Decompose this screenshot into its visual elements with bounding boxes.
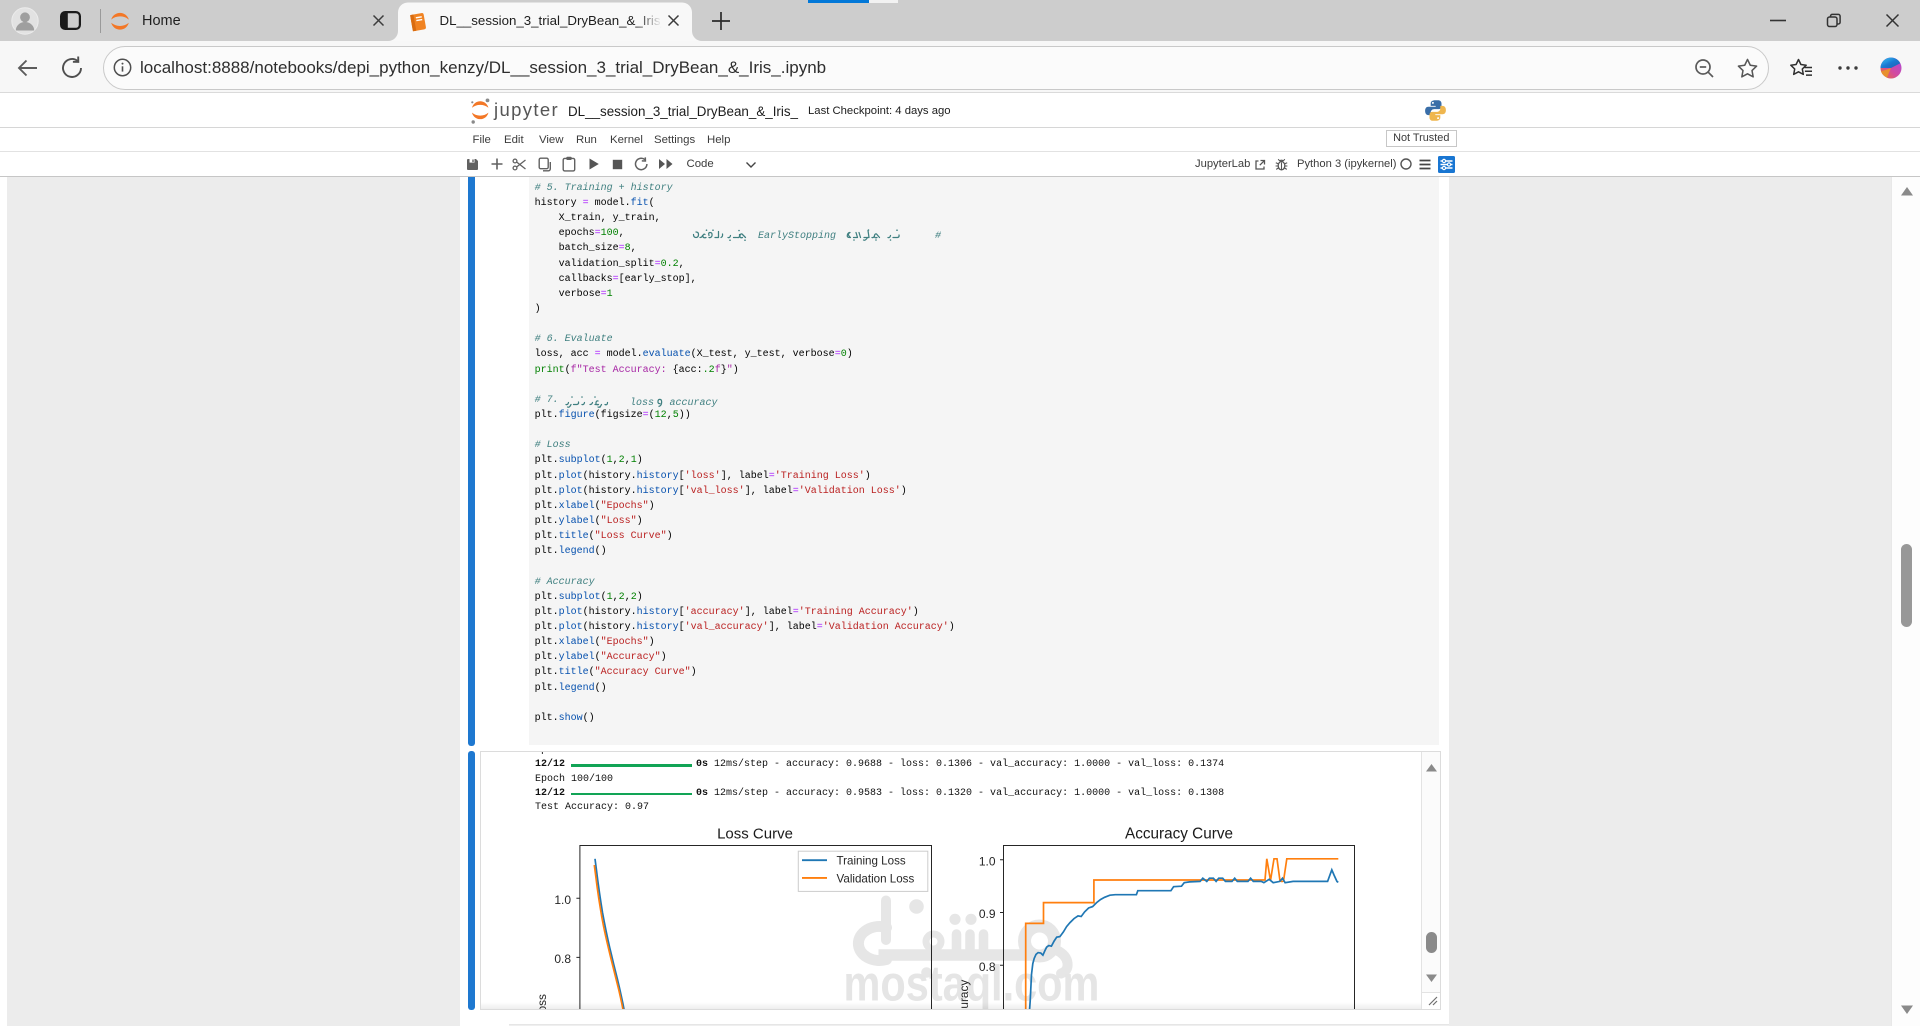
svg-text:Training Loss: Training Loss — [836, 854, 905, 867]
svg-text:accuracy: accuracy — [670, 398, 719, 409]
svg-text:#: # — [935, 231, 942, 242]
svg-text:Loss Curve: Loss Curve — [717, 826, 793, 843]
svg-text:0.8: 0.8 — [978, 960, 995, 974]
svg-text:1.0: 1.0 — [978, 854, 995, 868]
svg-text:0.9: 0.9 — [978, 907, 995, 921]
svg-text:EarlyStopping: EarlyStopping — [758, 230, 836, 242]
svg-text:1.0: 1.0 — [554, 893, 571, 907]
svg-text:0.8: 0.8 — [554, 952, 571, 966]
svg-text:Validation Loss: Validation Loss — [836, 872, 914, 885]
svg-text:loss: loss — [630, 397, 654, 409]
svg-text:Accuracy Curve: Accuracy Curve — [1125, 826, 1233, 843]
